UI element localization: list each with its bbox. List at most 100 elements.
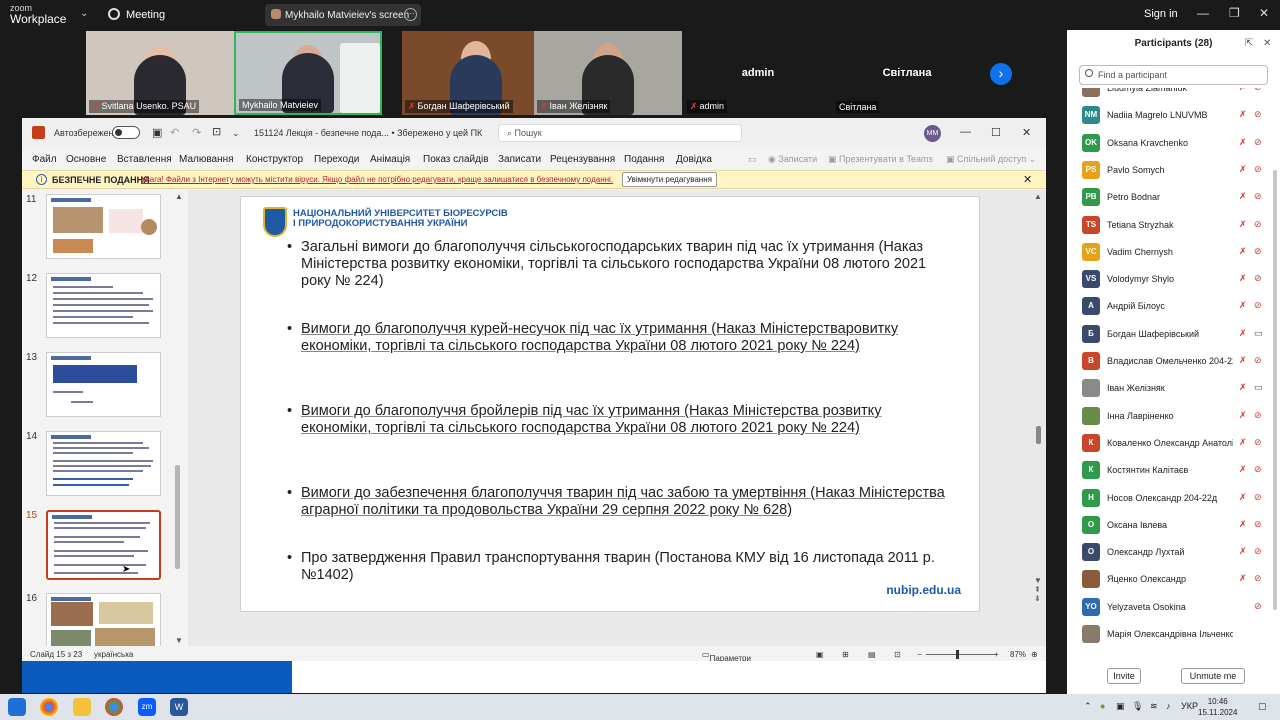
close-icon[interactable]: ✕: [1259, 6, 1269, 20]
participant-row[interactable]: Яценко Олександр ✗ ⊘: [1067, 565, 1272, 592]
wifi-icon[interactable]: ≋: [1150, 701, 1158, 712]
maximize-icon[interactable]: ☐: [991, 126, 1001, 139]
slide-scrollbar[interactable]: [1036, 426, 1041, 444]
unmute-button[interactable]: Unmute me: [1181, 668, 1245, 684]
participant-row[interactable]: Н Носов Олександр 204-22д ✗ ⊘: [1067, 484, 1272, 511]
windows-start-icon[interactable]: [8, 698, 26, 716]
share-button[interactable]: ▣ Спільний доступ ⌄: [946, 154, 1036, 165]
tab-view[interactable]: Подання: [624, 154, 664, 165]
present-icon[interactable]: ⊡: [212, 125, 221, 138]
next-page-button[interactable]: ›: [990, 63, 1012, 85]
slide-thumbnail-selected[interactable]: ➤: [46, 510, 161, 580]
close-icon[interactable]: ✕: [1022, 126, 1031, 139]
participant-row[interactable]: К Коваленко Олександр Анатолі... ✗ ⊘: [1067, 429, 1272, 456]
thumbnail-scrollbar[interactable]: [175, 465, 180, 569]
participant-row[interactable]: В Владислав Омельченко 204-22... ✗ ⊘: [1067, 347, 1272, 374]
shared-screen-indicator[interactable]: Mykhailo Matvieiev's screen ···: [265, 4, 421, 26]
comments-icon[interactable]: ▭: [748, 154, 757, 165]
popout-icon[interactable]: ⇱: [1245, 38, 1253, 49]
tab-help[interactable]: Довідка: [676, 154, 712, 165]
user-avatar[interactable]: MM: [924, 125, 941, 142]
participant-row[interactable]: VS Volodymyr Shylo ✗ ⊘: [1067, 265, 1272, 292]
scroll-down-icon[interactable]: ▼: [175, 636, 183, 645]
participant-row[interactable]: VC Vadim Chernysh ✗ ⊘: [1067, 238, 1272, 265]
microphone-icon[interactable]: 🎙: [1132, 701, 1143, 712]
file-explorer-icon[interactable]: [73, 698, 91, 716]
participant-row[interactable]: PS Pavlo Somych ✗ ⊘: [1067, 156, 1272, 183]
notification-icon[interactable]: ▢: [1258, 701, 1267, 712]
participant-row[interactable]: К Костянтин Калітаєв ✗ ⊘: [1067, 456, 1272, 483]
tab-review[interactable]: Рецензування: [550, 154, 615, 165]
slide-thumbnail[interactable]: [46, 194, 161, 259]
undo-icon[interactable]: ↶: [170, 126, 179, 139]
slideshow-icon[interactable]: ⊡: [894, 650, 901, 659]
minimize-icon[interactable]: —: [960, 126, 971, 138]
participant-row[interactable]: О Оксана Івлева ✗ ⊘: [1067, 511, 1272, 538]
scroll-up-icon[interactable]: ▲: [175, 192, 183, 201]
tab-design[interactable]: Конструктор: [246, 154, 303, 165]
protected-view-message[interactable]: Увага! Файли з Інтернету можуть містити …: [141, 175, 613, 184]
tab-draw[interactable]: Малювання: [179, 154, 234, 165]
minimize-icon[interactable]: —: [1197, 6, 1209, 20]
participants-scrollbar[interactable]: [1273, 170, 1277, 610]
participant-row[interactable]: Б Богдан Шаферівський ✗ ▭: [1067, 320, 1272, 347]
redo-icon[interactable]: ↷: [192, 126, 201, 139]
participant-row[interactable]: TS Tetiana Stryzhak ✗ ⊘: [1067, 211, 1272, 238]
customize-qat-icon[interactable]: ⌄: [232, 128, 240, 139]
zoom-slider[interactable]: [926, 650, 996, 659]
tray-app-icon[interactable]: ▣: [1116, 701, 1125, 712]
participant-row[interactable]: OK Oksana Kravchenko ✗ ⊘: [1067, 129, 1272, 156]
video-tile[interactable]: Світлана Світлана: [833, 31, 981, 115]
video-tile-active-speaker[interactable]: Mykhailo Matvieiev: [234, 31, 382, 115]
word-icon[interactable]: W: [170, 698, 188, 716]
tray-app-icon[interactable]: ●: [1100, 701, 1105, 711]
close-icon[interactable]: ✕: [1263, 38, 1271, 49]
participant-row[interactable]: NM Nadiia Magrelo LNUVMB ✗ ⊘: [1067, 101, 1272, 128]
zoom-in-icon[interactable]: +: [994, 650, 999, 659]
participant-row[interactable]: Марія Олександрівна Ільченко: [1067, 620, 1272, 647]
participant-row[interactable]: PB Petro Bodnar ✗ ⊘: [1067, 183, 1272, 210]
participant-row[interactable]: А Андрій Білоус ✗ ⊘: [1067, 292, 1272, 319]
video-tile[interactable]: admin ✗ admin: [684, 31, 832, 115]
normal-view-icon[interactable]: ▣: [816, 650, 824, 659]
tab-transitions[interactable]: Переходи: [314, 154, 359, 165]
ppt-search[interactable]: ⌕ Пошук: [498, 124, 742, 142]
chrome-profile-icon[interactable]: [105, 698, 123, 716]
slide-sorter-icon[interactable]: ⊞: [842, 650, 849, 659]
fit-to-window-icon[interactable]: ⊕: [1031, 650, 1038, 659]
invite-button[interactable]: Invite: [1107, 668, 1141, 684]
participant-row[interactable]: Іван Желізняк ✗ ▭: [1067, 374, 1272, 401]
participant-row[interactable]: Liudmyla Ziamaniuk ✗ ⊘: [1067, 88, 1272, 101]
chevron-down-icon[interactable]: ⌄: [80, 8, 88, 19]
tab-file[interactable]: Файл: [32, 154, 57, 165]
restore-icon[interactable]: ❐: [1229, 6, 1240, 20]
reading-view-icon[interactable]: ▤: [868, 650, 876, 659]
current-slide[interactable]: НАЦІОНАЛЬНИЙ УНІВЕРСИТЕТ БІОРЕСУРСІВ І П…: [240, 196, 980, 612]
participant-search[interactable]: Find a participant: [1079, 65, 1268, 85]
present-teams-button[interactable]: ▣ Презентувати в Teams: [828, 154, 933, 165]
save-icon[interactable]: ▣: [152, 126, 162, 139]
tab-insert[interactable]: Вставлення: [117, 154, 172, 165]
prev-next-slide-icon[interactable]: ▼ ⇞ ⇟: [1034, 576, 1042, 603]
autosave-toggle[interactable]: [112, 126, 140, 139]
video-tile[interactable]: ✗ Іван Желізняк: [534, 31, 682, 115]
zoom-app-icon[interactable]: zm: [138, 698, 156, 716]
scroll-up-icon[interactable]: ▲: [1034, 192, 1042, 201]
zoom-out-icon[interactable]: −: [917, 650, 922, 659]
signin-link[interactable]: Sign in: [1144, 8, 1178, 20]
slide-thumbnail[interactable]: [46, 593, 161, 646]
participant-row[interactable]: YOYelyzaveta Osokina✗⊘: [1067, 593, 1272, 620]
enable-editing-button[interactable]: Увімкнути редагування: [622, 172, 717, 187]
tab-record[interactable]: Записати: [498, 154, 541, 165]
clock[interactable]: 10:46 15.11.2024: [1198, 696, 1237, 718]
participant-row[interactable]: Інна Лавріненко ✗ ⊘: [1067, 402, 1272, 429]
volume-icon[interactable]: ♪: [1166, 701, 1171, 711]
more-icon[interactable]: ···: [404, 8, 417, 21]
display-settings-button[interactable]: ▭ Параметри відображення: [702, 650, 761, 672]
slide-thumbnail[interactable]: [46, 273, 161, 338]
tab-slideshow[interactable]: Показ слайдів: [423, 154, 489, 165]
chrome-icon[interactable]: [40, 698, 58, 716]
meeting-button[interactable]: Meeting: [108, 8, 165, 21]
slide-thumbnail[interactable]: [46, 431, 161, 496]
record-button[interactable]: ◉ Записати: [768, 154, 817, 165]
